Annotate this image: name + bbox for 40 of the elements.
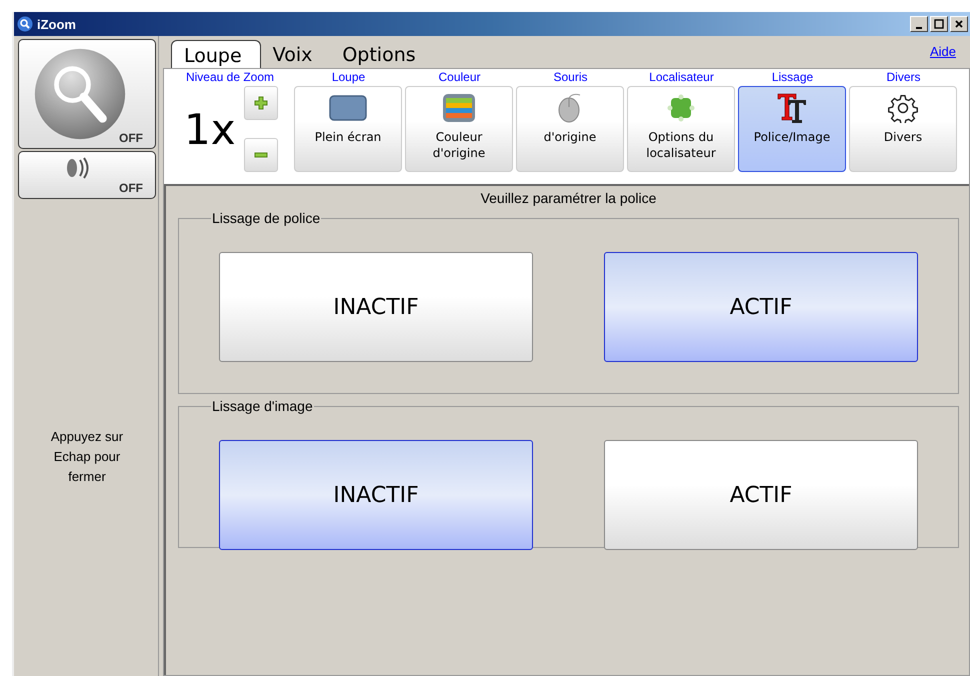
group-heading: Divers bbox=[885, 69, 922, 86]
close-icon bbox=[954, 19, 964, 29]
minimize-icon bbox=[916, 26, 922, 28]
magnifier-toggle[interactable]: OFF bbox=[18, 39, 156, 149]
group-heading: Couleur bbox=[437, 69, 482, 86]
plus-icon bbox=[254, 96, 268, 110]
maximize-button[interactable] bbox=[930, 16, 948, 32]
tool-button[interactable]: Police/Image bbox=[738, 86, 846, 172]
tool-button[interactable]: Divers bbox=[849, 86, 957, 172]
group-heading: Souris bbox=[552, 69, 588, 86]
search-icon bbox=[17, 16, 33, 32]
group-heading: Loupe bbox=[330, 69, 366, 86]
zoom-in-button[interactable] bbox=[244, 86, 278, 120]
hint-text: Appuyez sur Echap pour fermer bbox=[50, 428, 124, 486]
minimize-button[interactable] bbox=[910, 16, 928, 32]
tool-button[interactable]: Plein écran bbox=[294, 86, 402, 172]
maximize-icon bbox=[934, 19, 944, 29]
close-button[interactable] bbox=[950, 16, 968, 32]
group-heading: Localisateur bbox=[648, 69, 715, 86]
window-title: iZoom bbox=[37, 16, 77, 32]
zoom-out-button[interactable] bbox=[244, 138, 278, 172]
group-legend: Lissage de police bbox=[211, 210, 322, 226]
group-heading: Niveau de Zoom bbox=[184, 69, 276, 86]
group-heading: Lissage bbox=[770, 69, 814, 86]
choice-button[interactable]: INACTIF bbox=[219, 252, 533, 362]
choice-button[interactable]: ACTIF bbox=[604, 440, 918, 550]
screen-icon bbox=[328, 93, 368, 123]
tab[interactable]: Options bbox=[330, 40, 434, 68]
tab[interactable]: Loupe bbox=[171, 40, 261, 68]
tool-button[interactable]: d'origine bbox=[516, 86, 624, 172]
speech-toggle[interactable]: OFF bbox=[18, 151, 156, 199]
tool-button[interactable]: Couleur d'origine bbox=[405, 86, 513, 172]
tab[interactable]: Voix bbox=[260, 40, 330, 68]
tool-button[interactable]: Options du localisateur bbox=[627, 86, 735, 172]
group-legend: Lissage d'image bbox=[211, 398, 314, 414]
zoom-level: 1x bbox=[184, 104, 236, 154]
choice-button[interactable]: ACTIF bbox=[604, 252, 918, 362]
help-link[interactable]: Aide bbox=[930, 44, 956, 59]
panel-title: Veuillez paramétrer la police bbox=[480, 190, 658, 206]
choice-button[interactable]: INACTIF bbox=[219, 440, 533, 550]
